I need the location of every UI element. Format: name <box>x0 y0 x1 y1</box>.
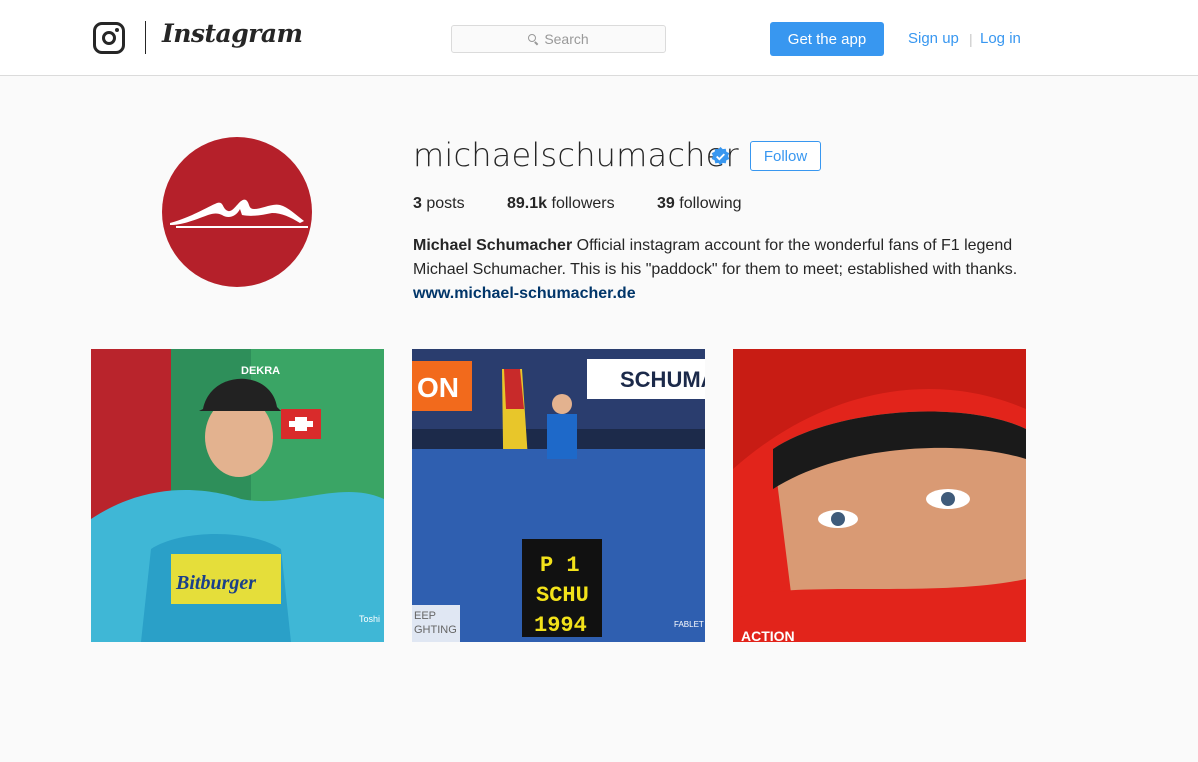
post-thumbnail-3[interactable]: ACTION <box>733 349 1026 642</box>
sign-up-link[interactable]: Sign up <box>908 30 959 47</box>
banner-left-text: ON <box>417 372 459 403</box>
instagram-wordmark[interactable]: Instagram <box>162 19 303 48</box>
schumacher-signature-logo <box>170 199 308 228</box>
posts-label: posts <box>426 195 465 212</box>
watermark-text: FABLET <box>674 620 704 629</box>
photo-badge-line-2: GHTING <box>414 624 457 636</box>
banner-right-text: SCHUMAC <box>620 367 705 392</box>
followers-stat[interactable]: 89.1k followers <box>507 195 615 213</box>
helmet-text: ACTION <box>741 628 795 642</box>
search-icon <box>528 33 539 45</box>
verified-badge-icon <box>711 147 730 166</box>
posts-stat: 3 posts <box>413 195 465 213</box>
post-thumbnail-1[interactable]: DEKRA Bitburger Toshi <box>91 349 384 642</box>
profile-full-name: Michael Schumacher <box>413 237 573 254</box>
post-thumbnail-2[interactable]: ON SCHUMAC P 1 SCHU 1994 EEP GHTING FABL… <box>412 349 705 642</box>
following-count: 39 <box>657 195 675 212</box>
followers-count: 89.1k <box>507 195 548 212</box>
search-input[interactable]: Search <box>451 25 666 53</box>
profile-bio: Michael Schumacher Official instagram ac… <box>413 234 1033 306</box>
pitboard-line-2: SCHU <box>536 583 589 608</box>
post-image-3: ACTION <box>733 349 1026 642</box>
following-stat[interactable]: 39 following <box>657 195 742 213</box>
posts-count: 3 <box>413 195 422 212</box>
profile-avatar <box>162 137 312 287</box>
photo-badge-line-1: EEP <box>414 610 436 622</box>
instagram-camera-icon[interactable] <box>93 22 125 54</box>
post-image-2: ON SCHUMAC P 1 SCHU 1994 EEP GHTING FABL… <box>412 349 705 642</box>
search-placeholder: Search <box>544 31 589 47</box>
watermark-text: Toshi <box>359 614 380 624</box>
follow-button[interactable]: Follow <box>750 141 821 171</box>
pitboard-line-1: P 1 <box>540 553 580 578</box>
log-in-link[interactable]: Log in <box>980 30 1021 47</box>
logo-divider <box>145 21 146 54</box>
pitboard-line-3: 1994 <box>534 613 587 638</box>
profile-username: michaelschumacher <box>413 136 739 174</box>
top-nav-bar: Instagram Search Get the app Sign up | L… <box>0 0 1198 76</box>
followers-label: followers <box>551 195 615 212</box>
sponsor-text: Bitburger <box>175 572 256 594</box>
link-separator: | <box>969 31 973 47</box>
profile-website-link[interactable]: www.michael-schumacher.de <box>413 285 636 302</box>
following-label: following <box>679 195 742 212</box>
cap-text-dekra: DEKRA <box>241 365 280 377</box>
post-image-1: DEKRA Bitburger Toshi <box>91 349 384 642</box>
get-the-app-button[interactable]: Get the app <box>770 22 884 56</box>
